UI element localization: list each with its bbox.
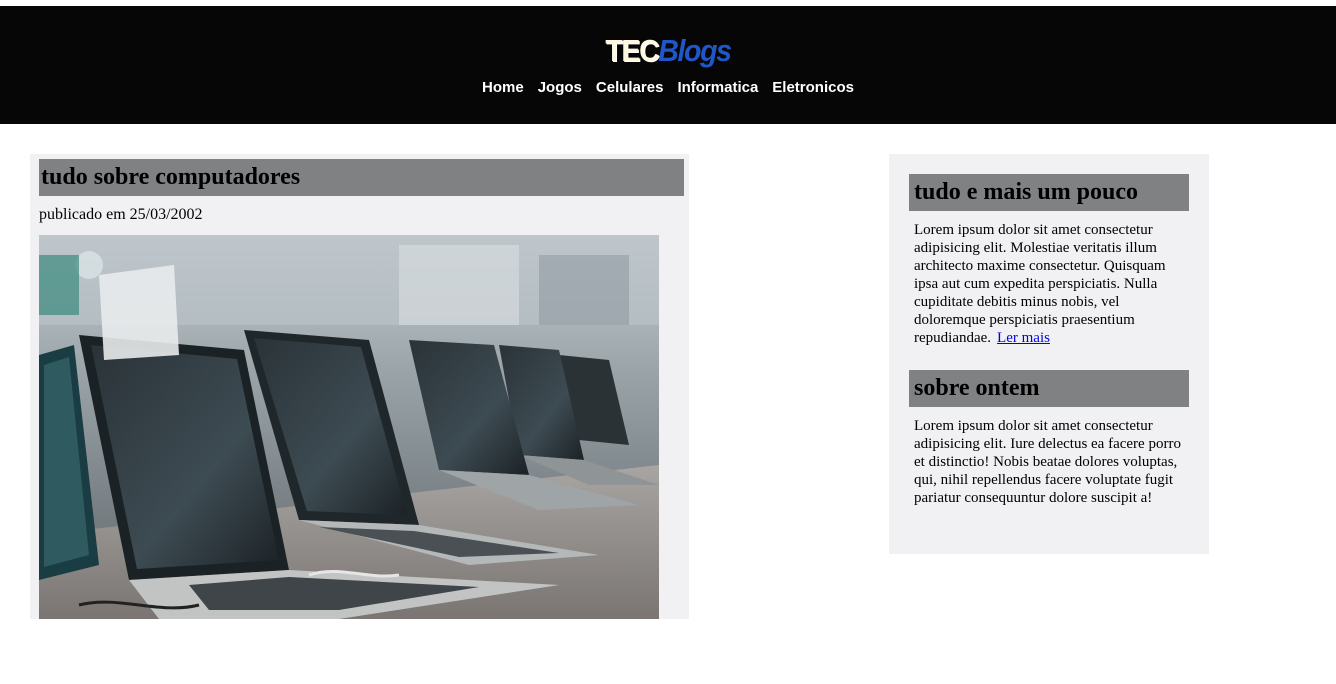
site-logo[interactable]: TECBlogs [53,32,1282,70]
nav-eletronicos[interactable]: Eletronicos [772,79,854,96]
logo-tec: TEC [605,33,659,68]
sidebar-text-1-body: Lorem ipsum dolor sit amet consectetur a… [914,222,1166,346]
main-nav: Home Jogos Celulares Informatica Eletron… [0,79,1336,96]
post-date: publicado em 25/03/2002 [39,206,203,223]
sidebar: tudo e mais um pouco Lorem ipsum dolor s… [889,154,1209,554]
sidebar-text-2: Lorem ipsum dolor sit amet consectetur a… [914,418,1181,506]
read-more-link[interactable]: Ler mais [997,330,1050,346]
sidebar-title-1: tudo e mais um pouco [909,174,1189,211]
nav-celulares[interactable]: Celulares [596,79,664,96]
post-card: tudo sobre computadores publicado em 25/… [30,154,689,619]
post-image [39,235,659,619]
laptops-photo [39,235,659,619]
sidebar-text-1: Lorem ipsum dolor sit amet consectetur a… [914,221,1189,347]
nav-jogos[interactable]: Jogos [538,79,582,96]
sidebar-title-2: sobre ontem [909,370,1189,407]
logo-blogs: Blogs [658,33,732,68]
post-title: tudo sobre computadores [39,159,684,196]
nav-informatica[interactable]: Informatica [677,79,758,96]
site-header: TECBlogs Home Jogos Celulares Informatic… [0,6,1336,124]
nav-home[interactable]: Home [482,79,524,96]
